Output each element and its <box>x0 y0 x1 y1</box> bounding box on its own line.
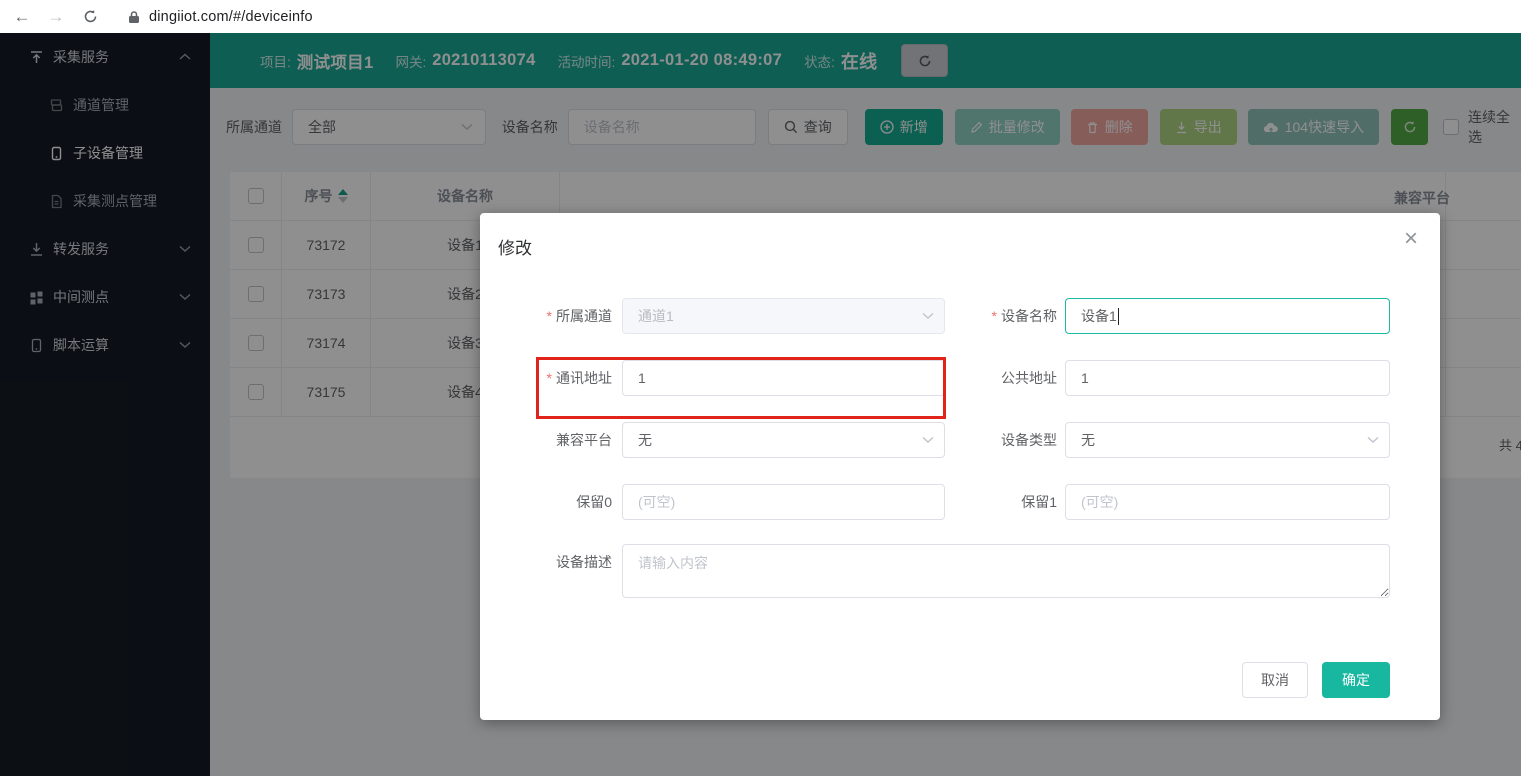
modal-title: 修改 <box>498 234 532 259</box>
close-icon[interactable]: × <box>1404 227 1418 251</box>
reload-icon[interactable] <box>78 5 102 29</box>
compat-select-value: 无 <box>638 430 922 450</box>
reserve1-field-label: 保留1 <box>925 484 1057 520</box>
lock-icon <box>128 10 140 24</box>
address-bar[interactable]: dingiiot.com/#/deviceinfo <box>128 9 313 25</box>
required-asterisk: * <box>547 370 552 386</box>
public-addr-field-label: 公共地址 <box>925 360 1057 396</box>
reserve1-field[interactable] <box>1065 484 1390 520</box>
device-name-field[interactable]: 设备1 <box>1065 298 1390 334</box>
confirm-button[interactable]: 确定 <box>1322 662 1390 698</box>
comm-addr-field-label: *通讯地址 <box>480 360 612 396</box>
chevron-down-icon <box>1367 436 1379 444</box>
desc-field-label: 设备描述 <box>480 544 612 580</box>
device-name-value: 设备1 <box>1081 306 1117 326</box>
dev-type-field-label: 设备类型 <box>925 422 1057 458</box>
back-icon[interactable]: ← <box>10 5 34 29</box>
device-name-field-label: *设备名称 <box>925 298 1057 334</box>
reserve0-field-label: 保留0 <box>480 484 612 520</box>
app-root: 采集服务 通道管理 子设备管理 采集测点管理 <box>0 33 1521 776</box>
required-asterisk: * <box>547 308 552 324</box>
reserve0-field[interactable] <box>622 484 945 520</box>
channel-field-label: *所属通道 <box>480 298 612 334</box>
public-addr-field[interactable] <box>1065 360 1390 396</box>
cancel-button[interactable]: 取消 <box>1242 662 1308 698</box>
compat-select[interactable]: 无 <box>622 422 945 458</box>
browser-chrome: ← → dingiiot.com/#/deviceinfo <box>0 0 1521 33</box>
dev-type-select-value: 无 <box>1081 430 1367 450</box>
edit-device-modal: 修改 × *所属通道 通道1 *设备名称 设备1 *通讯地址 公共地址 兼容平台… <box>480 213 1440 720</box>
text-cursor <box>1118 308 1119 325</box>
dev-type-select[interactable]: 无 <box>1065 422 1390 458</box>
channel-select-value: 通道1 <box>638 306 922 326</box>
comm-addr-field[interactable] <box>622 360 945 396</box>
required-asterisk: * <box>992 308 997 324</box>
channel-select[interactable]: 通道1 <box>622 298 945 334</box>
compat-field-label: 兼容平台 <box>480 422 612 458</box>
forward-icon[interactable]: → <box>44 5 68 29</box>
desc-field[interactable] <box>622 544 1390 598</box>
url-text: dingiiot.com/#/deviceinfo <box>149 9 313 25</box>
